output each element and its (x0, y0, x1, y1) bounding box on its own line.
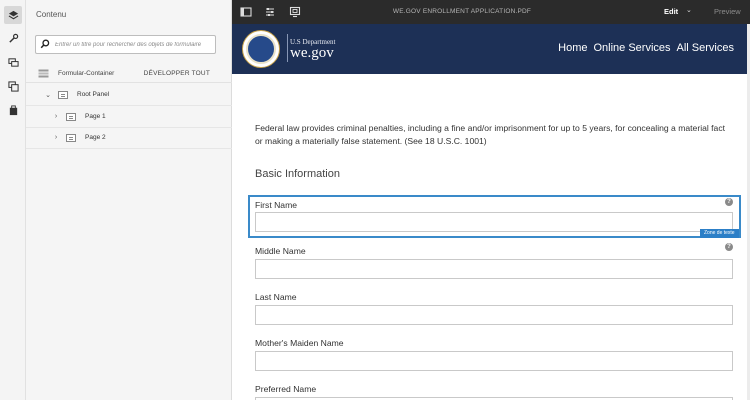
field-label: Middle Name (255, 246, 306, 256)
layers-icon[interactable] (4, 6, 22, 24)
middle-name-field: Middle Name ? (255, 243, 733, 279)
help-icon[interactable]: ? (725, 198, 733, 206)
middle-name-input[interactable] (255, 259, 733, 279)
search-box (35, 35, 216, 54)
chevron-right-icon[interactable]: › (52, 113, 60, 120)
content-panel: Contenu Formular-Container DÉVELOPPER TO… (26, 0, 232, 400)
expand-all-button[interactable]: DÉVELOPPER TOUT (144, 70, 210, 77)
field-label: Preferred Name (255, 384, 317, 394)
tree-header: Formular-Container DÉVELOPPER TOUT (26, 65, 232, 83)
assets-icon[interactable] (4, 101, 22, 119)
field-label: First Name (255, 200, 298, 210)
brand-divider (287, 34, 288, 62)
chevron-down-icon[interactable]: ⌄ (686, 6, 692, 14)
chevron-right-icon[interactable]: › (52, 134, 60, 141)
nav-home[interactable]: Home (558, 42, 587, 54)
container-label[interactable]: Formular-Container (58, 70, 114, 77)
site-header: U.S Department we.gov Home Online Servic… (232, 24, 750, 74)
site-nav: Home Online Services All Services (558, 42, 734, 54)
left-rail (0, 0, 26, 400)
document-title: WE.GOV ENROLLMENT APPLICATION.PDF (392, 8, 532, 15)
help-icon[interactable]: ? (725, 243, 733, 251)
tree-item-page-1[interactable]: › Page 1 (26, 107, 232, 128)
data-sources-icon[interactable] (4, 77, 22, 95)
components-icon[interactable] (4, 53, 22, 71)
tree-item-page-2[interactable]: › Page 2 (26, 128, 232, 149)
first-name-field: First Name ? (255, 198, 733, 232)
preview-button[interactable]: Preview (714, 7, 741, 16)
brand-logo: we.gov (290, 45, 334, 61)
mothers-maiden-name-field: Mother's Maiden Name (255, 338, 733, 371)
page-node-icon (66, 113, 76, 121)
mothers-maiden-name-input[interactable] (255, 351, 733, 371)
tree-item-label: Page 1 (85, 113, 106, 120)
preferred-name-field: Preferred Name (255, 384, 733, 400)
chevron-down-icon[interactable]: ⌄ (44, 91, 52, 99)
form-canvas: U.S Department we.gov Home Online Servic… (232, 24, 750, 400)
first-name-input[interactable] (255, 212, 733, 232)
nav-all-services[interactable]: All Services (677, 42, 734, 54)
editor-toolbar: WE.GOV ENROLLMENT APPLICATION.PDF Edit ⌄… (232, 0, 750, 24)
section-title: Basic Information (255, 168, 340, 180)
component-type-tag: Zone de texte (700, 229, 739, 238)
tree-item-label: Root Panel (77, 91, 110, 98)
nav-online-services[interactable]: Online Services (593, 42, 670, 54)
field-label: Mother's Maiden Name (255, 338, 344, 348)
field-label: Last Name (255, 292, 297, 302)
legal-notice: Federal law provides criminal penalties,… (255, 123, 726, 146)
mode-select[interactable]: Edit (664, 7, 678, 16)
container-icon (38, 69, 49, 78)
search-icon (40, 39, 50, 49)
tree-item-label: Page 2 (85, 134, 106, 141)
state-department-seal-icon (242, 30, 280, 68)
last-name-field: Last Name (255, 292, 733, 325)
last-name-input[interactable] (255, 305, 733, 325)
tree-item-root-panel[interactable]: ⌄ Root Panel (26, 85, 232, 106)
panel-title: Contenu (36, 10, 67, 19)
search-input[interactable] (55, 38, 213, 51)
page-node-icon (66, 134, 76, 142)
panel-node-icon (58, 91, 68, 99)
wrench-icon[interactable] (4, 29, 22, 47)
